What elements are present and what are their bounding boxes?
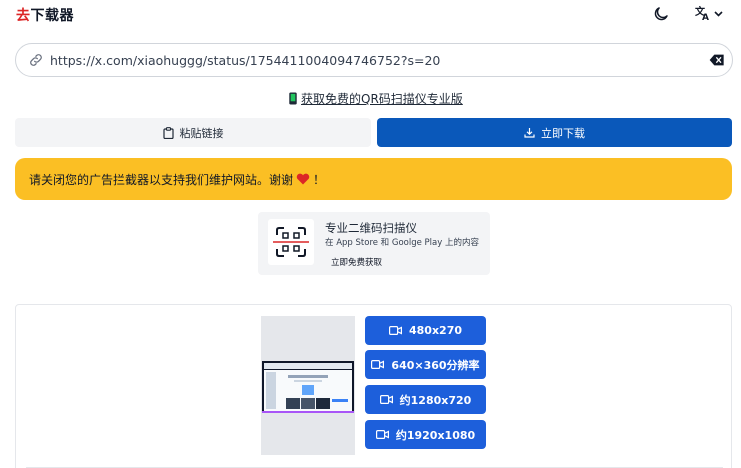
clipboard-icon [162,126,174,139]
quality-button-480x270[interactable]: 480x270 [365,316,486,345]
logo-prefix: 去 [16,8,31,24]
video-camera-icon [388,326,402,335]
paste-link-button[interactable]: 粘贴链接 [15,118,371,147]
qr-scanner-title: 专业二维码扫描仪 [325,221,417,235]
download-now-label: 立即下载 [541,126,585,140]
logo-suffix: 下载器 [30,8,74,24]
heart-icon [296,173,310,185]
video-camera-icon [379,395,393,404]
quality-button-1920x1080[interactable]: 约1920x1080 [365,420,486,449]
qr-scan-icon [273,227,309,257]
qr-scanner-get-free[interactable]: 立即免费获取 [331,256,382,268]
url-input[interactable] [50,48,690,72]
translate-icon[interactable]: 文 A [694,4,726,22]
backspace-clear-icon[interactable] [709,53,725,67]
quality-button-640x360[interactable]: 640×360分辨率 [365,350,486,379]
adblock-notice-end: ！ [313,172,326,187]
video-preview-image [262,361,354,413]
qr-promo-link[interactable]: 获取免费的QR码扫描仪专业版 [288,90,463,107]
qr-scanner-subtitle: 在 App Store 和 Goolge Play 上的内容 [325,238,479,248]
video-thumbnail [261,316,355,455]
quality-button-1280x720[interactable]: 约1280x720 [365,385,486,414]
phone-icon [289,92,297,105]
link-icon [30,54,42,66]
url-field[interactable] [15,43,733,77]
quality-label: 480x270 [408,324,463,337]
qr-scanner-thumbnail [268,219,314,265]
download-now-button[interactable]: 立即下载 [377,118,732,147]
download-icon [524,128,535,138]
qr-scanner-ad[interactable]: 专业二维码扫描仪 在 App Store 和 Goolge Play 上的内容 … [258,212,490,275]
paste-link-label: 粘贴链接 [179,126,224,140]
video-camera-icon [371,360,385,369]
header: 去下载器 文 A [0,0,741,30]
qr-promo-label: 获取免费的QR码扫描仪专业版 [301,92,463,106]
quality-label: 约1920x1080 [395,428,476,442]
quality-label: 640×360分辨率 [391,358,480,372]
svg-text:A: A [702,13,709,22]
video-camera-icon [375,430,389,439]
site-logo[interactable]: 去下载器 [16,5,74,25]
quality-label: 约1280x720 [399,393,472,407]
moon-icon[interactable] [652,5,670,23]
adblock-notice-text: 请关闭您的广告拦截器以支持我们维护网站。谢谢 [29,172,294,187]
adblock-notice: 请关闭您的广告拦截器以支持我们维护网站。谢谢 ！ [15,158,732,200]
